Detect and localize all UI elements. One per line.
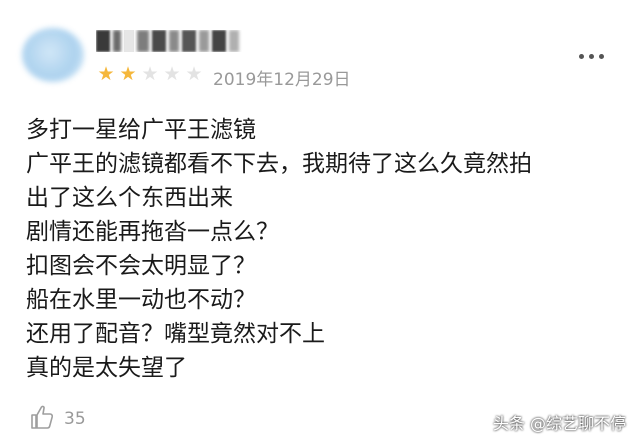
user-avatar[interactable] [22,28,84,82]
star-filled-icon: ★ [97,63,115,85]
comment-line: 剧情还能再拖沓一点么？ [26,219,279,245]
star-empty-icon: ★ [185,63,203,85]
comment-line: 船在水里一动也不动？ [26,287,256,313]
comment-line: 还用了配音？嘴型竟然对不上 [26,321,325,347]
dot-icon [579,54,584,59]
dot-icon [589,54,594,59]
dot-icon [599,54,604,59]
star-filled-icon: ★ [119,63,137,85]
more-options-button[interactable] [579,54,604,59]
comment-line: 扣图会不会太明显了？ [26,253,256,279]
comment-body: 多打一星给广平王滤镜 广平王的滤镜都看不下去，我期待了这么久竟然拍 出了这么个东… [26,113,626,385]
watermark: 头条 @综艺聊不停 [492,414,626,433]
comment-line: 多打一星给广平王滤镜 [26,117,256,143]
thumbs-up-icon [30,404,54,434]
like-count: 35 [64,409,86,429]
username-blurred[interactable]: ▇▇ ▇▇▇▇▇ [96,30,246,52]
like-button[interactable]: 35 [30,404,86,434]
star-empty-icon: ★ [163,63,181,85]
star-rating: ★ ★ ★ ★ ★ [96,64,204,84]
star-empty-icon: ★ [141,63,159,85]
comment-date: 2019年12月29日 [213,70,351,90]
comment-line: 广平王的滤镜都看不下去，我期待了这么久竟然拍 [26,151,532,177]
comment-line: 出了这么个东西出来 [26,185,233,211]
comment-line: 真的是太失望了 [26,355,187,381]
